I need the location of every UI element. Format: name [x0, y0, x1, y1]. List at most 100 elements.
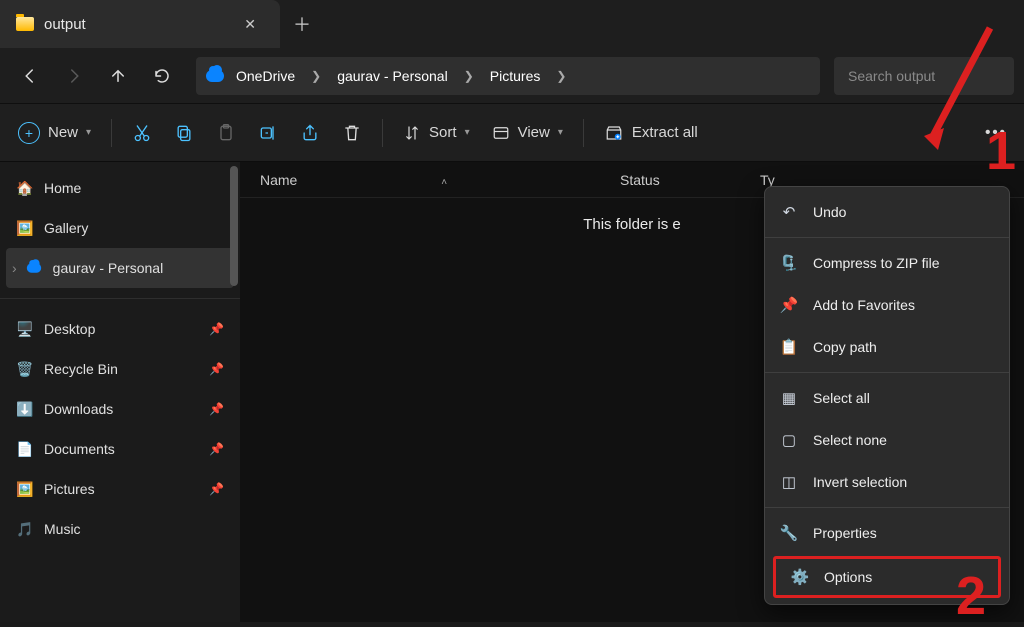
sidebar-item-desktop[interactable]: 🖥️ Desktop 📌 — [0, 309, 240, 349]
sort-icon — [403, 124, 421, 142]
pictures-icon: 🖼️ — [16, 480, 34, 498]
menu-select-none[interactable]: ▢ Select none — [765, 419, 1009, 461]
menu-select-all[interactable]: ▦ Select all — [765, 377, 1009, 419]
nav-row: OneDrive ❯ gaurav - Personal ❯ Pictures … — [0, 48, 1024, 104]
view-button[interactable]: View ▾ — [482, 114, 573, 152]
up-button[interactable] — [98, 56, 138, 96]
chevron-right-icon: › — [12, 260, 17, 276]
extract-label: Extract all — [632, 124, 698, 141]
delete-button[interactable] — [332, 114, 372, 152]
onedrive-icon — [26, 263, 40, 273]
onedrive-icon — [206, 70, 224, 82]
pin-icon: 📌 — [209, 482, 224, 496]
pin-icon: 📌 — [209, 322, 224, 336]
column-status[interactable]: Status — [620, 172, 760, 188]
sidebar-item-pictures[interactable]: 🖼️ Pictures 📌 — [0, 469, 240, 509]
zip-icon: 🗜️ — [779, 254, 799, 272]
sidebar-item-personal[interactable]: › gaurav - Personal — [6, 248, 234, 288]
separator — [583, 119, 584, 147]
chevron-right-icon: ❯ — [552, 69, 570, 83]
rename-button[interactable] — [248, 114, 288, 152]
new-tab-button[interactable]: ＋ — [280, 11, 324, 37]
undo-icon: ↶ — [779, 203, 799, 221]
context-menu: ↶ Undo 🗜️ Compress to ZIP file 📌 Add to … — [764, 186, 1010, 605]
menu-undo[interactable]: ↶ Undo — [765, 191, 1009, 233]
sort-button[interactable]: Sort ▾ — [393, 114, 480, 152]
share-button[interactable] — [290, 114, 330, 152]
toolbar: + New ▾ Sort ▾ View ▾ Extract all ••• — [0, 104, 1024, 162]
extract-all-button[interactable]: Extract all — [594, 114, 708, 152]
chevron-down-icon: ▾ — [86, 127, 91, 138]
separator — [111, 119, 112, 147]
separator — [765, 507, 1009, 508]
crumb-pictures[interactable]: Pictures — [484, 64, 547, 88]
pin-icon: 📌 — [779, 296, 799, 314]
path-icon: 📋 — [779, 338, 799, 356]
search-placeholder: Search output — [848, 68, 935, 84]
menu-properties[interactable]: 🔧 Properties — [765, 512, 1009, 554]
desktop-icon: 🖥️ — [16, 320, 34, 338]
window-tab[interactable]: output ✕ — [0, 0, 280, 48]
home-icon: 🏠 — [16, 179, 34, 197]
pin-icon: 📌 — [209, 442, 224, 456]
back-button[interactable] — [10, 56, 50, 96]
title-bar: output ✕ ＋ — [0, 0, 1024, 48]
menu-options[interactable]: ⚙️ Options — [773, 556, 1001, 598]
archive-icon — [604, 124, 624, 142]
select-none-icon: ▢ — [779, 431, 799, 449]
refresh-button[interactable] — [142, 56, 182, 96]
forward-button[interactable] — [54, 56, 94, 96]
sidebar-item-home[interactable]: 🏠 Home — [0, 168, 240, 208]
sidebar-scrollbar[interactable] — [230, 166, 238, 286]
sidebar-item-gallery[interactable]: 🖼️ Gallery — [0, 208, 240, 248]
sort-indicator-icon: ˄ — [441, 177, 447, 188]
breadcrumb[interactable]: OneDrive ❯ gaurav - Personal ❯ Pictures … — [196, 57, 820, 95]
music-icon: 🎵 — [16, 520, 34, 538]
separator — [382, 119, 383, 147]
close-tab-icon[interactable]: ✕ — [238, 12, 262, 37]
crumb-onedrive[interactable]: OneDrive — [230, 64, 301, 88]
pin-icon: 📌 — [209, 402, 224, 416]
chevron-down-icon: ▾ — [465, 127, 470, 138]
new-label: New — [48, 124, 78, 141]
chevron-down-icon: ▾ — [558, 127, 563, 138]
cut-button[interactable] — [122, 114, 162, 152]
sidebar-item-documents[interactable]: 📄 Documents 📌 — [0, 429, 240, 469]
view-label: View — [518, 124, 550, 141]
menu-invert-selection[interactable]: ◫ Invert selection — [765, 461, 1009, 503]
sidebar: 🏠 Home 🖼️ Gallery › gaurav - Personal 🖥️… — [0, 162, 240, 622]
downloads-icon: ⬇️ — [16, 400, 34, 418]
sort-label: Sort — [429, 124, 457, 141]
paste-button[interactable] — [206, 114, 246, 152]
search-input[interactable]: Search output — [834, 57, 1014, 95]
new-button[interactable]: + New ▾ — [8, 114, 101, 152]
folder-icon — [16, 17, 34, 31]
ellipsis-icon: ••• — [985, 124, 1007, 141]
menu-add-favorites[interactable]: 📌 Add to Favorites — [765, 284, 1009, 326]
menu-copy-path[interactable]: 📋 Copy path — [765, 326, 1009, 368]
documents-icon: 📄 — [16, 440, 34, 458]
wrench-icon: 🔧 — [779, 524, 799, 542]
pin-icon: 📌 — [209, 362, 224, 376]
chevron-right-icon: ❯ — [460, 69, 478, 83]
plus-icon: + — [18, 122, 40, 144]
sidebar-item-music[interactable]: 🎵 Music — [0, 509, 240, 549]
separator — [0, 298, 240, 299]
view-icon — [492, 124, 510, 142]
separator — [765, 237, 1009, 238]
recycle-icon: 🗑️ — [16, 360, 34, 378]
gallery-icon: 🖼️ — [16, 219, 34, 237]
invert-icon: ◫ — [779, 473, 799, 491]
tab-title: output — [44, 16, 86, 33]
gear-icon: ⚙️ — [790, 568, 810, 586]
menu-compress-zip[interactable]: 🗜️ Compress to ZIP file — [765, 242, 1009, 284]
select-all-icon: ▦ — [779, 389, 799, 407]
column-name[interactable]: Name ˄ — [260, 172, 620, 188]
chevron-right-icon: ❯ — [307, 69, 325, 83]
sidebar-item-downloads[interactable]: ⬇️ Downloads 📌 — [0, 389, 240, 429]
separator — [765, 372, 1009, 373]
crumb-personal[interactable]: gaurav - Personal — [331, 64, 454, 88]
sidebar-item-recycle[interactable]: 🗑️ Recycle Bin 📌 — [0, 349, 240, 389]
more-button[interactable]: ••• — [976, 114, 1016, 152]
copy-button[interactable] — [164, 114, 204, 152]
